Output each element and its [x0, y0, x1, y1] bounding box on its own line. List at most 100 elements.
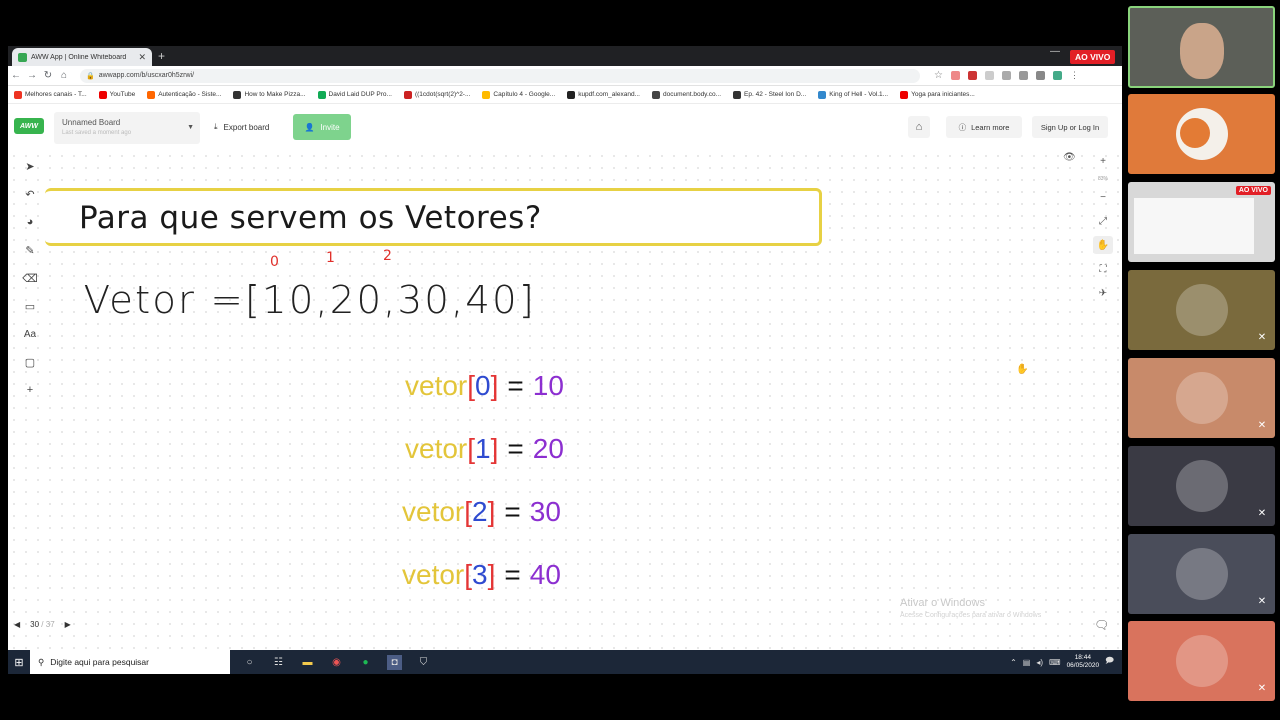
bookmark-star-icon[interactable]: ☆: [934, 70, 943, 81]
zoom-out-icon[interactable]: −: [1093, 188, 1113, 206]
board-save-status: Last saved a moment ago: [62, 130, 132, 136]
close-tab-icon[interactable]: ✕: [138, 52, 146, 63]
learn-more-button[interactable]: ⓘ Learn more: [946, 116, 1022, 138]
shape-icon[interactable]: ▭: [19, 296, 41, 316]
bookmark-item[interactable]: Autenticação - Siste...: [147, 90, 221, 99]
select-tool-icon[interactable]: ➤: [19, 156, 41, 176]
bookmark-item[interactable]: Ep. 42 - Steel Ion D...: [733, 90, 806, 99]
bookmark-item[interactable]: ((1cdot(sqrt(2)^2-...: [403, 90, 470, 99]
new-tab-icon[interactable]: +: [158, 49, 165, 63]
participant-tile[interactable]: [1128, 94, 1275, 174]
bookmark-item[interactable]: David Laid DUP Pro...: [317, 90, 392, 99]
vector-expression[interactable]: vetor[3] = 40: [402, 559, 561, 591]
security-icon[interactable]: ⛉: [416, 655, 431, 670]
cortana-icon[interactable]: ○: [242, 655, 257, 670]
bookmark-item[interactable]: King of Hell - Vol.1...: [818, 90, 888, 99]
home-icon[interactable]: ⌂: [56, 70, 72, 81]
participant-tile[interactable]: ✕: [1128, 534, 1275, 614]
notifications-icon[interactable]: 🗩: [1105, 655, 1114, 669]
bookmark-item[interactable]: kupdf.com_alexand...: [567, 90, 640, 99]
tab-title: AWW App | Online Whiteboard: [31, 53, 127, 61]
eraser-icon[interactable]: ⌫: [19, 268, 41, 288]
fullscreen-icon[interactable]: ⛶: [1093, 260, 1113, 278]
extension-icon[interactable]: [1018, 71, 1028, 80]
whiteboard-canvas[interactable]: ➤ ↶ ◕ ✎ ⌫ ▭ Aa ▢ + 👁 + 83% − ⤢ ✋ ⛶ ✈ Par…: [8, 150, 1122, 650]
next-page-icon[interactable]: ▶: [65, 620, 71, 629]
bookmark-item[interactable]: How to Make Pizza...: [233, 90, 306, 99]
file-explorer-icon[interactable]: ▬: [300, 655, 315, 670]
prev-page-icon[interactable]: ◀: [14, 620, 20, 629]
forward-icon[interactable]: →: [24, 70, 40, 81]
spotify-icon[interactable]: ●: [358, 655, 373, 670]
menu-icon[interactable]: ⋮: [1070, 70, 1079, 81]
extension-icon[interactable]: [1001, 71, 1011, 80]
invite-button[interactable]: 👤 Invite: [293, 114, 351, 140]
zoom-in-icon[interactable]: +: [1093, 152, 1113, 170]
bookmark-favicon-icon: [233, 90, 242, 99]
back-icon[interactable]: ←: [8, 70, 24, 81]
bookmark-item[interactable]: YouTube: [98, 90, 135, 99]
eye-icon[interactable]: 👁: [1063, 152, 1076, 163]
hand-tool-icon[interactable]: ✋: [1093, 236, 1113, 254]
taskbar-search[interactable]: ⚲ Digite aqui para pesquisar: [30, 650, 230, 674]
participant-tile[interactable]: ✕: [1128, 270, 1275, 350]
participant-tile[interactable]: ✕: [1128, 446, 1275, 526]
extension-icon[interactable]: [1035, 71, 1045, 80]
participant-tile[interactable]: AO VIVO: [1128, 182, 1275, 262]
bookmark-item[interactable]: Capítulo 4 - Google...: [482, 90, 555, 99]
tab-aww[interactable]: AWW App | Online Whiteboard ✕: [12, 48, 152, 66]
reload-icon[interactable]: ↻: [40, 70, 56, 81]
export-board-button[interactable]: ⤓ Export board: [208, 116, 275, 138]
chrome-icon[interactable]: ◉: [329, 655, 344, 670]
bookmark-item[interactable]: Yoga para iniciantes...: [900, 90, 975, 99]
download-icon: ⤓: [214, 122, 218, 131]
shared-screen-preview: [1134, 198, 1254, 254]
bookmark-favicon-icon: [567, 90, 576, 99]
undo-icon[interactable]: ↶: [19, 184, 41, 204]
bookmark-item[interactable]: document.body.co...: [651, 90, 721, 99]
extension-icon[interactable]: [984, 71, 994, 80]
color-picker-icon[interactable]: ◕: [19, 212, 41, 232]
tray-chevron-icon[interactable]: ⌃: [1010, 658, 1017, 667]
close-bracket: ]: [490, 370, 499, 401]
vector-expression[interactable]: vetor[0] = 10: [405, 370, 564, 402]
right-toolbar: + 83% − ⤢ ✋ ⛶ ✈: [1092, 152, 1114, 302]
chat-icon[interactable]: 🗨: [1094, 618, 1109, 632]
pencil-icon[interactable]: ✎: [19, 240, 41, 260]
participant-tile[interactable]: [1128, 6, 1275, 88]
bookmark-label: How to Make Pizza...: [244, 91, 306, 98]
sign-up-button[interactable]: Sign Up or Log In: [1032, 116, 1108, 138]
add-icon[interactable]: +: [19, 380, 41, 400]
search-placeholder: Digite aqui para pesquisar: [50, 657, 149, 667]
vector-expression[interactable]: vetor[2] = 30: [402, 496, 561, 528]
windows-start-icon[interactable]: ⊞: [8, 650, 30, 674]
url-field[interactable]: 🔒 awwapp.com/b/uscxar0h5zrwi/: [80, 68, 920, 83]
volume-icon[interactable]: ◂): [1036, 658, 1043, 667]
title-box[interactable]: Para que servem os Vetores?: [45, 188, 822, 246]
extension-icon[interactable]: [950, 71, 960, 80]
discord-icon[interactable]: ◘: [387, 654, 402, 670]
aww-logo[interactable]: AWW: [14, 118, 44, 134]
search-icon: ⚲: [38, 656, 45, 667]
bookmark-label: Yoga para iniciantes...: [911, 91, 975, 98]
language-icon[interactable]: ⌨: [1049, 658, 1061, 667]
element-value: 40: [529, 559, 561, 590]
extension-icon[interactable]: [1052, 71, 1062, 80]
network-icon[interactable]: ▤: [1023, 658, 1031, 667]
board-name-dropdown[interactable]: Unnamed Board Last saved a moment ago ▼: [54, 112, 200, 144]
clock[interactable]: 18:44 06/05/2020: [1067, 654, 1100, 670]
fit-icon[interactable]: ⤢: [1093, 212, 1113, 230]
bookmark-item[interactable]: Melhores canais - T...: [14, 90, 87, 99]
bookmarks-bar: Melhores canais - T... YouTube Autenticaçã…: [8, 86, 1122, 104]
minimize-icon[interactable]: —: [1050, 46, 1060, 57]
text-tool-icon[interactable]: Aa: [19, 324, 41, 344]
laser-pointer-icon[interactable]: ✈: [1093, 284, 1113, 302]
sticky-note-icon[interactable]: ▢: [19, 352, 41, 372]
participant-tile[interactable]: ✕: [1128, 621, 1275, 701]
vector-expression[interactable]: vetor[1] = 20: [405, 433, 564, 465]
home-button[interactable]: ⌂: [908, 116, 930, 138]
extension-icon[interactable]: [967, 71, 977, 80]
participant-tile[interactable]: ✕: [1128, 358, 1275, 438]
task-view-icon[interactable]: ☷: [271, 655, 286, 670]
bird-avatar-icon: [1175, 108, 1228, 160]
